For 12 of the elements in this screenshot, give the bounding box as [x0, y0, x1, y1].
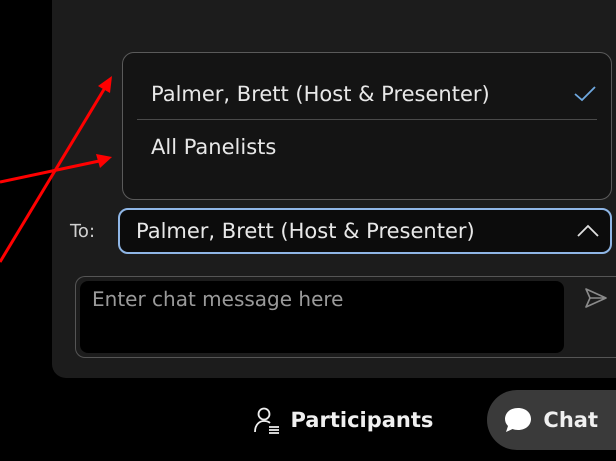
chevron-icon: [576, 224, 600, 238]
to-label: To:: [70, 220, 96, 242]
check-icon: [573, 85, 597, 103]
participants-tab[interactable]: Participants: [238, 390, 450, 450]
message-input[interactable]: Enter chat message here: [80, 281, 564, 353]
menu-item[interactable]: All Panelists: [123, 120, 611, 174]
menu-item[interactable]: Palmer, Brett (Host & Presenter): [123, 69, 611, 119]
person-list-icon: [254, 406, 280, 434]
recipient-dropdown[interactable]: Palmer, Brett (Host & Presenter): [118, 208, 612, 254]
speech-bubble-icon: [503, 406, 534, 434]
send-icon[interactable]: [584, 287, 608, 309]
chat-tab[interactable]: Chat: [487, 390, 616, 450]
